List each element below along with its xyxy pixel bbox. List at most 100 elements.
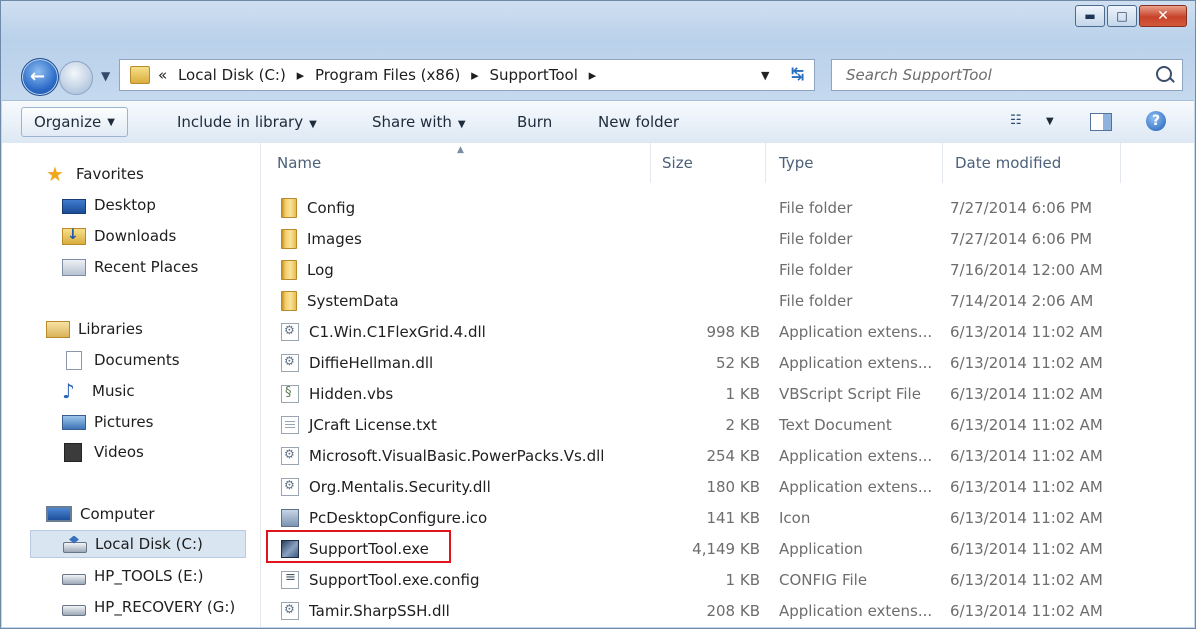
share-with-label: Share with: [372, 113, 452, 131]
file-name: SupportTool.exe.config: [309, 570, 480, 589]
search-icon[interactable]: [1156, 66, 1172, 82]
table-row[interactable]: SupportTool.exe 4,149 KB Application 6/13/2…: [261, 533, 1131, 564]
table-row[interactable]: Hidden.vbs 1 KB VBScript Script File 6/13/2…: [261, 378, 1131, 409]
file-size: [661, 285, 760, 316]
nav-music-label: Music: [92, 382, 135, 400]
address-bar[interactable]: « Local Disk (C:) ▸ Program Files (x86) …: [119, 59, 815, 91]
nav-downloads[interactable]: Downloads: [62, 222, 176, 250]
forward-button[interactable]: [59, 61, 93, 95]
file-name-cell: SupportTool.exe.config: [281, 564, 479, 595]
star-icon: ★: [46, 162, 64, 186]
close-button[interactable]: ✕: [1139, 5, 1187, 27]
command-bar: Organize ▼ Include in library ▼ Share with…: [2, 100, 1194, 144]
column-header-name[interactable]: Name ▲: [261, 143, 651, 183]
music-icon: ♪: [62, 379, 75, 403]
maximize-button[interactable]: □: [1107, 5, 1137, 27]
table-row[interactable]: Images File folder 7/27/2014 6:06 PM: [261, 223, 1131, 254]
breadcrumb-program-files[interactable]: Program Files (x86): [315, 66, 460, 84]
downloads-icon: [62, 227, 86, 245]
address-dropdown-icon[interactable]: ▼: [761, 69, 769, 82]
table-row[interactable]: Log File folder 7/16/2014 12:00 AM: [261, 254, 1131, 285]
file-type: Text Document: [779, 415, 892, 434]
file-date-modified: 7/27/2014 6:06 PM: [950, 229, 1093, 248]
sort-ascending-icon: ▲: [457, 145, 464, 155]
file-date-modified: 6/13/2014 11:02 AM: [950, 508, 1103, 527]
nav-recent-places[interactable]: Recent Places: [62, 253, 198, 281]
file-size: [661, 223, 760, 254]
breadcrumb-supporttool[interactable]: SupportTool: [489, 66, 577, 84]
breadcrumb-local-disk[interactable]: Local Disk (C:): [178, 66, 286, 84]
title-bar: ▬ □ ✕: [1, 1, 1195, 51]
file-date-modified: 6/13/2014 11:02 AM: [950, 415, 1103, 434]
file-name-cell: DiffieHellman.dll: [281, 347, 433, 378]
column-header-size[interactable]: Size: [651, 143, 766, 183]
table-row[interactable]: Microsoft.VisualBasic.PowerPacks.Vs.dll 2…: [261, 440, 1131, 471]
table-row[interactable]: Tamir.SharpSSH.dll 208 KB Application exte…: [261, 595, 1131, 626]
change-view-icon[interactable]: ☷: [1010, 113, 1022, 128]
file-name-cell: SystemData: [281, 285, 399, 316]
nav-desktop[interactable]: Desktop: [62, 191, 156, 219]
new-folder-button[interactable]: New folder: [598, 113, 679, 131]
refresh-icon[interactable]: ↹: [791, 64, 804, 83]
nav-libraries[interactable]: Libraries: [46, 315, 143, 343]
nav-hp-recovery[interactable]: HP_RECOVERY (G:): [62, 593, 235, 621]
file-type: Application extens...: [779, 601, 933, 620]
dll-icon: [281, 446, 299, 465]
table-row[interactable]: DiffieHellman.dll 52 KB Application extens…: [261, 347, 1131, 378]
nav-hp-tools-label: HP_TOOLS (E:): [94, 567, 204, 585]
nav-recent-places-label: Recent Places: [94, 258, 199, 276]
drive-icon: [62, 604, 86, 616]
chevron-down-icon: ▼: [457, 119, 466, 130]
close-icon: ✕: [1157, 8, 1169, 24]
breadcrumb-separator-icon[interactable]: ▸: [471, 66, 479, 84]
include-in-library-button[interactable]: Include in library ▼: [177, 113, 317, 131]
file-type: File folder: [779, 291, 853, 310]
nav-local-disk-c[interactable]: Local Disk (C:): [30, 530, 246, 558]
file-name: PcDesktopConfigure.ico: [309, 508, 488, 527]
nav-documents[interactable]: Documents: [62, 346, 180, 374]
table-row[interactable]: JCraft License.txt 2 KB Text Document 6/13/…: [261, 409, 1131, 440]
nav-documents-label: Documents: [94, 351, 180, 369]
column-date-label: Date modified: [955, 154, 1062, 172]
preview-pane-icon[interactable]: [1090, 113, 1112, 131]
view-options-dropdown-icon[interactable]: ▼: [1046, 116, 1054, 127]
back-button[interactable]: ←: [21, 58, 59, 96]
folder-icon: [281, 228, 297, 249]
nav-hp-tools[interactable]: HP_TOOLS (E:): [62, 562, 203, 590]
breadcrumb-separator-icon[interactable]: ▸: [297, 66, 305, 84]
nav-pictures[interactable]: Pictures: [62, 408, 153, 436]
file-name: DiffieHellman.dll: [309, 353, 434, 372]
breadcrumb-overflow[interactable]: «: [158, 66, 167, 84]
folder-icon: [130, 66, 150, 84]
back-arrow-icon: ←: [30, 66, 46, 87]
table-row[interactable]: C1.Win.C1FlexGrid.4.dll 998 KB Application…: [261, 316, 1131, 347]
table-row[interactable]: SystemData File folder 7/14/2014 2:06 AM: [261, 285, 1131, 316]
help-icon[interactable]: ?: [1146, 111, 1166, 131]
nav-pictures-label: Pictures: [94, 413, 154, 431]
nav-videos[interactable]: Videos: [62, 438, 144, 466]
table-row[interactable]: Config File folder 7/27/2014 6:06 PM: [261, 192, 1131, 223]
file-date-modified: 6/13/2014 11:02 AM: [950, 446, 1103, 465]
recent-pages-dropdown-icon[interactable]: ▼: [101, 69, 110, 83]
exe-icon: [281, 539, 299, 558]
file-size: 1 KB: [725, 570, 760, 589]
nav-music[interactable]: ♪ Music: [62, 377, 135, 405]
nav-downloads-label: Downloads: [94, 227, 177, 245]
nav-favorites[interactable]: ★ Favorites: [46, 160, 144, 188]
breadcrumb: « Local Disk (C:) ▸ Program Files (x86) …: [158, 66, 602, 84]
burn-button[interactable]: Burn: [517, 113, 552, 131]
share-with-button[interactable]: Share with ▼: [372, 113, 466, 131]
table-row[interactable]: Org.Mentalis.Security.dll 180 KB Applicati…: [261, 471, 1131, 502]
folder-icon: [281, 290, 297, 311]
column-header-date[interactable]: Date modified: [943, 143, 1121, 183]
nav-computer[interactable]: Computer: [46, 500, 155, 528]
minimize-button[interactable]: ▬: [1075, 5, 1105, 27]
table-row[interactable]: SupportTool.exe.config 1 KB CONFIG File 6/1…: [261, 564, 1131, 595]
column-header-type[interactable]: Type: [766, 143, 943, 183]
table-row[interactable]: PcDesktopConfigure.ico 141 KB Icon 6/13/201…: [261, 502, 1131, 533]
search-input[interactable]: [844, 65, 1148, 85]
file-name: JCraft License.txt: [309, 415, 437, 434]
breadcrumb-separator-icon[interactable]: ▸: [589, 66, 597, 84]
column-type-label: Type: [779, 154, 814, 172]
organize-button[interactable]: Organize ▼: [21, 107, 128, 137]
